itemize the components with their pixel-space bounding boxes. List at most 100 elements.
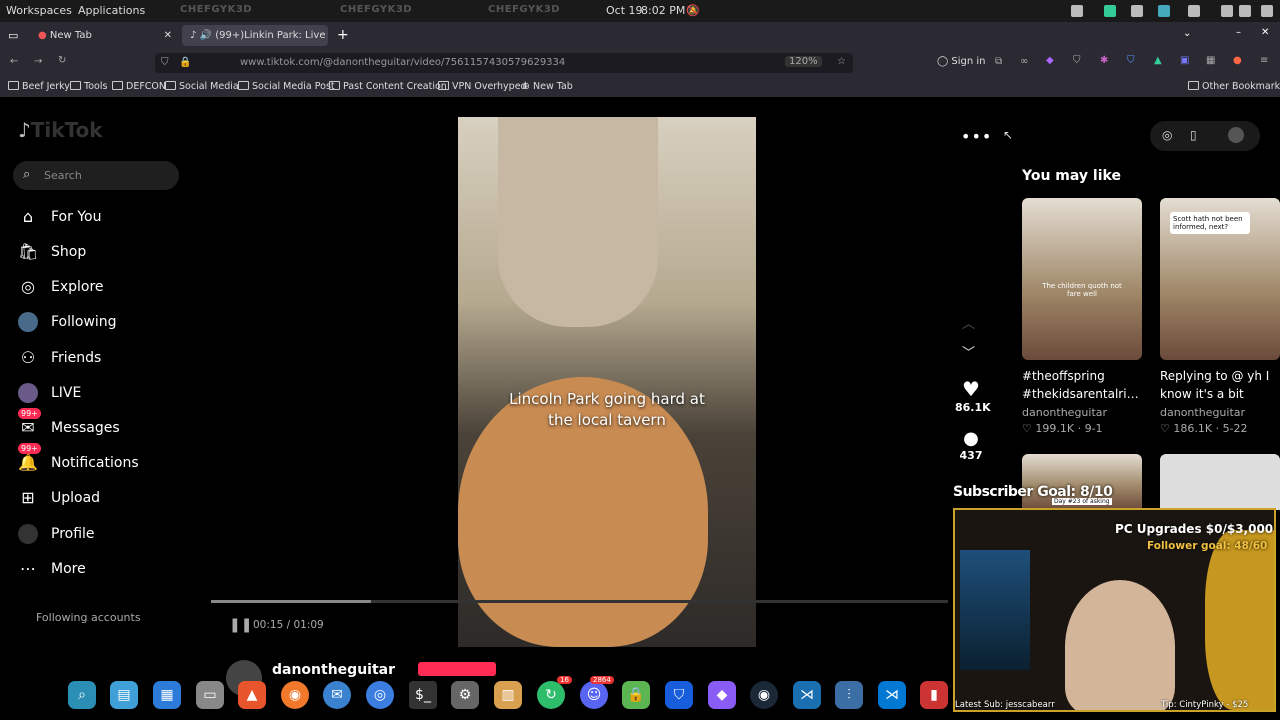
audio-app-icon[interactable]: ⫶ [835, 681, 863, 709]
bookmark-folder[interactable]: VPN Overhyped [438, 81, 527, 92]
app-icon[interactable]: ◆ [708, 681, 736, 709]
tray-icon[interactable] [1071, 5, 1083, 17]
brave-icon[interactable]: ▲ [238, 681, 266, 709]
tab-list-chevron-icon[interactable]: ⌄ [1183, 28, 1191, 39]
pause-icon[interactable]: ❚❚ [229, 617, 252, 633]
app-icon[interactable]: ▮ [920, 681, 948, 709]
previous-video-icon[interactable]: ︿ [962, 313, 975, 332]
discord-tray-icon[interactable] [1131, 5, 1143, 17]
streamer-image [1065, 580, 1175, 710]
lock-app-icon[interactable]: 🔒 [622, 681, 650, 709]
extension-icon[interactable]: ▲ [1154, 55, 1162, 66]
reload-icon[interactable]: ↻ [58, 55, 66, 66]
extension-icon[interactable]: ∞ [1020, 56, 1028, 67]
recommended-thumbnail[interactable] [1160, 454, 1280, 510]
bookmark-folder[interactable]: Beef Jerky [8, 81, 70, 92]
sign-in-button[interactable]: ◯ Sign in [937, 56, 986, 67]
terminal-icon[interactable]: $_ [409, 681, 437, 709]
like-button[interactable]: ♥ 86.1K [955, 377, 991, 414]
steam-icon[interactable]: ◉ [750, 681, 778, 709]
close-window-icon[interactable]: ✕ [1261, 27, 1269, 38]
search-icon: ⌕ [23, 167, 31, 182]
url-text[interactable]: www.tiktok.com/@danontheguitar/video/756… [240, 57, 565, 68]
extensions-menu-icon[interactable]: ▦ [1206, 55, 1215, 66]
applications-menu[interactable]: Applications [78, 4, 145, 17]
mobile-icon[interactable]: ▯ [1190, 128, 1197, 142]
other-bookmarks[interactable]: Other Bookmarks [1188, 81, 1280, 92]
workspaces-menu[interactable]: Workspaces [6, 4, 72, 17]
files-app-icon[interactable]: ▤ [110, 681, 138, 709]
sync-icon[interactable]: ↻ [537, 681, 565, 709]
tray-icon[interactable] [1104, 5, 1116, 17]
file-manager-icon[interactable]: ▭ [196, 681, 224, 709]
tab-new-tab[interactable]: ● New Tab ✕ [30, 25, 178, 46]
extension-icon[interactable]: ◆ [1046, 55, 1054, 66]
bell-off-icon[interactable]: 🔕 [686, 4, 700, 17]
compass-icon[interactable]: ◎ [1162, 128, 1172, 142]
close-tab-icon[interactable]: ✕ [164, 25, 172, 46]
firefox-icon[interactable]: ◉ [281, 681, 309, 709]
app-menu-icon[interactable]: ≡ [1260, 55, 1268, 66]
video-player[interactable]: Lincoln Park going hard at the local tav… [458, 117, 756, 647]
chrome-icon[interactable]: ◎ [366, 681, 394, 709]
url-bar[interactable]: ⛉ 🔒 www.tiktok.com/@danontheguitar/video… [155, 53, 853, 73]
recommended-title[interactable]: Replying to @ yh I know it's a bit low..… [1160, 367, 1278, 403]
recommended-stats: ♡ 199.1K · 9-1 [1022, 422, 1103, 435]
extension-icon[interactable]: ✱ [1100, 55, 1108, 66]
more-dots-icon: ⋯ [20, 559, 36, 578]
bitwarden-icon[interactable]: ⛉ [665, 681, 693, 709]
tab-overview-icon[interactable]: ▭ [8, 29, 18, 42]
volume-icon[interactable] [1239, 5, 1251, 17]
vscode-icon[interactable]: ⋊ [878, 681, 906, 709]
magnifier-app-icon[interactable]: ⌕ [68, 681, 96, 709]
video-progress-track[interactable] [211, 600, 948, 603]
recommended-thumbnail[interactable]: Day #23 of asking [1022, 454, 1142, 510]
forward-icon[interactable]: → [34, 56, 42, 67]
app-grid-icon[interactable]: ▦ [153, 681, 181, 709]
tiktok-logo[interactable]: ♪TikTok [18, 118, 103, 142]
minimize-icon[interactable]: – [1236, 27, 1241, 38]
recommended-author[interactable]: danontheguitar [1022, 406, 1107, 419]
discord-icon[interactable]: ☺ [580, 681, 608, 709]
recommended-title[interactable]: #theoffspring #thekidsarentalrig... [1022, 367, 1144, 403]
you-may-like-heading: You may like [1022, 168, 1121, 184]
comment-icon: ● [963, 428, 979, 449]
tab-tiktok[interactable]: ♪ 🔊 (99+)Linkin Park: Live Pe [182, 25, 328, 46]
extension-icon[interactable]: ▣ [1180, 55, 1189, 66]
recommended-thumbnail[interactable]: Scott hath not been informed, next? [1160, 198, 1280, 360]
display-icon[interactable] [1221, 5, 1233, 17]
power-icon[interactable] [1261, 5, 1273, 17]
next-video-icon[interactable]: ﹀ [962, 342, 975, 361]
tray-icon[interactable] [1158, 5, 1170, 17]
bookmark-folder[interactable]: DEFCON [112, 81, 166, 92]
bookmark-folder[interactable]: Social Media [165, 81, 239, 92]
new-tab-plus-icon[interactable]: + [337, 27, 349, 43]
profile-avatar-icon[interactable] [1228, 127, 1244, 143]
more-options-icon[interactable]: ••• [961, 127, 992, 146]
bookmarks-bar: Beef Jerky Tools DEFCON Social Media Soc… [0, 78, 1280, 98]
bookmark-star-icon[interactable]: ☆ [837, 56, 846, 67]
bookmark-folder[interactable]: Tools [70, 81, 107, 92]
follow-button[interactable] [418, 662, 496, 676]
recommended-thumbnail[interactable]: The children quoth not fare well [1022, 198, 1142, 360]
comment-button[interactable]: ● 437 [955, 428, 987, 462]
bookmark-new-tab[interactable]: ⊕ New Tab [522, 81, 573, 92]
plus-square-icon: ⊞ [21, 488, 35, 507]
extension-icon[interactable]: ⛉ [1127, 55, 1135, 66]
extension-icon[interactable]: ● [1233, 55, 1242, 66]
search-input[interactable]: ⌕ Search [13, 161, 179, 190]
archive-icon[interactable]: ▥ [494, 681, 522, 709]
settings-gear-icon[interactable]: ⚙ [451, 681, 479, 709]
extension-icon[interactable]: ⧉ [995, 56, 1002, 67]
bookmark-folder[interactable]: Past Content Creation [329, 81, 447, 92]
bookmark-folder[interactable]: Social Media Post [238, 81, 335, 92]
vscodium-icon[interactable]: ⋊ [793, 681, 821, 709]
following-accounts-heading: Following accounts [36, 611, 141, 624]
thunderbird-icon[interactable]: ✉ [323, 681, 351, 709]
recommended-author[interactable]: danontheguitar [1160, 406, 1245, 419]
header-controls: ◎ ▯ [1150, 121, 1260, 151]
clipboard-icon[interactable] [1188, 5, 1200, 17]
zoom-level[interactable]: 120% [785, 56, 822, 67]
extension-icon[interactable]: ⛉ [1073, 55, 1081, 66]
back-icon[interactable]: ← [10, 56, 18, 67]
